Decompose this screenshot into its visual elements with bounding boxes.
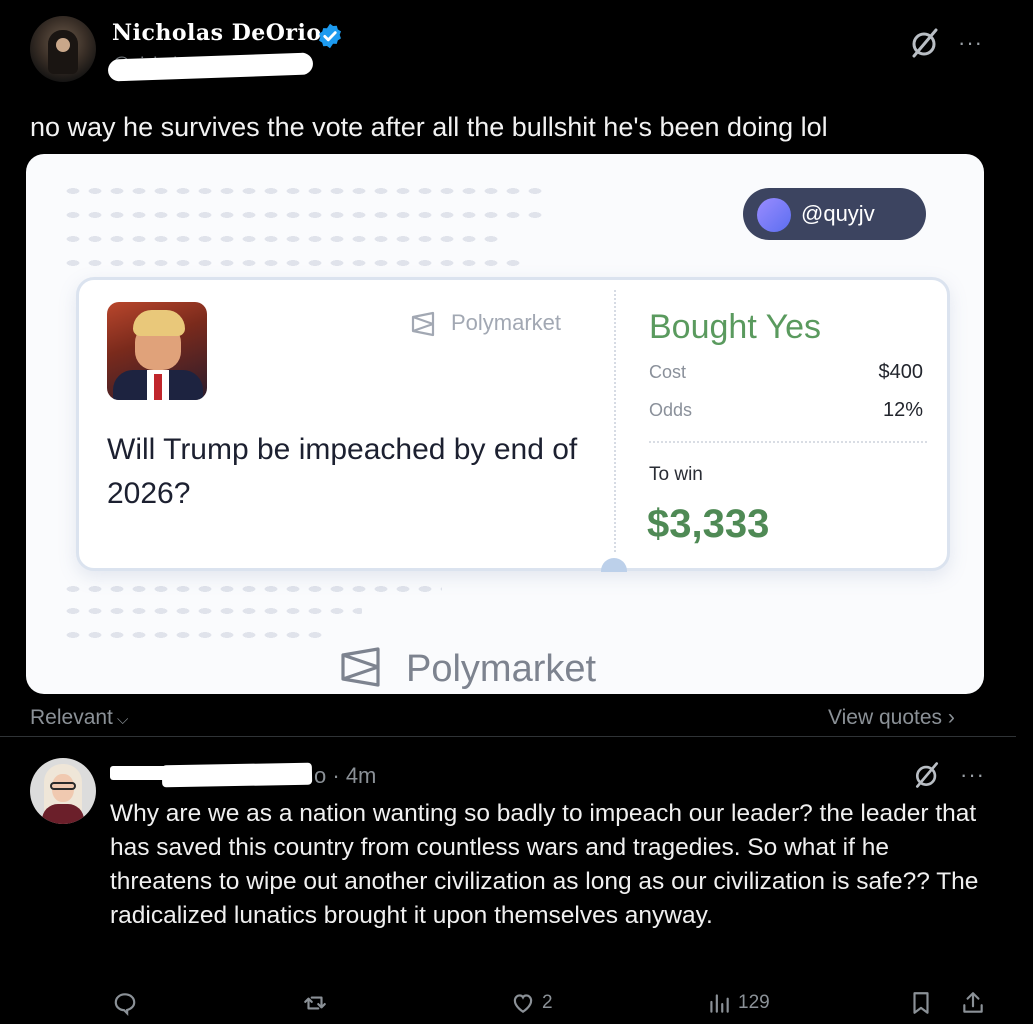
market-question: Will Trump be impeached by end of 2026?: [107, 433, 578, 510]
author-name[interactable]: Nicholas DeOrio: [112, 20, 322, 46]
polymarket-brand-small: Polymarket: [451, 310, 562, 335]
user-handle-label: @quyjv: [801, 201, 875, 226]
bet-summary-card: Polymarket Will Trump be impeached by en…: [76, 277, 950, 572]
sort-relevant-label: Relevant: [30, 706, 113, 729]
polymarket-logo-icon: [411, 311, 435, 337]
odds-value: 12%: [882, 399, 923, 421]
grok-icon[interactable]: [912, 760, 942, 790]
polymarket-logo-large-icon: [341, 647, 380, 687]
cost-value: $400: [878, 361, 924, 383]
reply-text: Why are we as a nation wanting so badly …: [110, 800, 979, 929]
bet-headline: Bought Yes: [649, 308, 822, 346]
view-quotes-label: View quotes: [828, 706, 943, 729]
like-button[interactable]: 2: [510, 988, 553, 1018]
reply-time: · 4m: [332, 763, 377, 788]
market-photo: [107, 302, 207, 400]
verified-badge-icon: [319, 23, 341, 49]
user-avatar-icon: [757, 198, 791, 232]
post-image-card[interactable]: @quyjv Polymarket Will Trump be impeache…: [26, 154, 984, 694]
chevron-down-icon: ⌵: [112, 711, 129, 728]
reply-button[interactable]: [112, 988, 138, 1018]
to-win-label: To win: [649, 464, 703, 485]
redaction-mark: [161, 762, 313, 788]
section-divider: [0, 736, 1016, 737]
view-quotes-link[interactable]: View quotes ›: [828, 706, 955, 730]
post-text: no way he survives the vote after all th…: [30, 112, 828, 142]
user-handle-pill: @quyjv: [743, 188, 926, 240]
repost-button[interactable]: [302, 988, 328, 1018]
views-button[interactable]: 129: [706, 988, 770, 1018]
bookmark-icon: [913, 992, 929, 1014]
card-divider: [614, 290, 616, 552]
more-options-icon[interactable]: ···: [960, 762, 985, 788]
like-count: 2: [542, 992, 553, 1013]
share-button[interactable]: [960, 988, 986, 1018]
reply-name-fragment: o: [314, 763, 327, 788]
bookmark-button[interactable]: [908, 988, 934, 1018]
repost-icon: [304, 996, 326, 1010]
to-win-value: $3,333: [647, 502, 770, 546]
grok-icon[interactable]: [908, 26, 942, 60]
author-avatar[interactable]: [30, 16, 96, 82]
chevron-right-icon: ›: [942, 706, 955, 729]
odds-label: Odds: [649, 400, 693, 420]
polymarket-brand-large: Polymarket: [406, 648, 597, 690]
sort-relevant-dropdown[interactable]: Relevant ⌵: [30, 706, 128, 730]
card-divider-notch: [601, 558, 627, 572]
cost-label: Cost: [649, 362, 687, 382]
views-chart-icon: [710, 994, 729, 1013]
heart-icon: [513, 994, 533, 1013]
more-options-icon[interactable]: ···: [958, 30, 983, 56]
reply-icon: [114, 993, 136, 1016]
reply-timestamp[interactable]: o · 4m: [314, 763, 376, 789]
view-count: 129: [738, 992, 770, 1013]
card-row-divider: [649, 441, 927, 443]
share-icon: [963, 992, 983, 1013]
reply-author-avatar[interactable]: [30, 758, 96, 824]
